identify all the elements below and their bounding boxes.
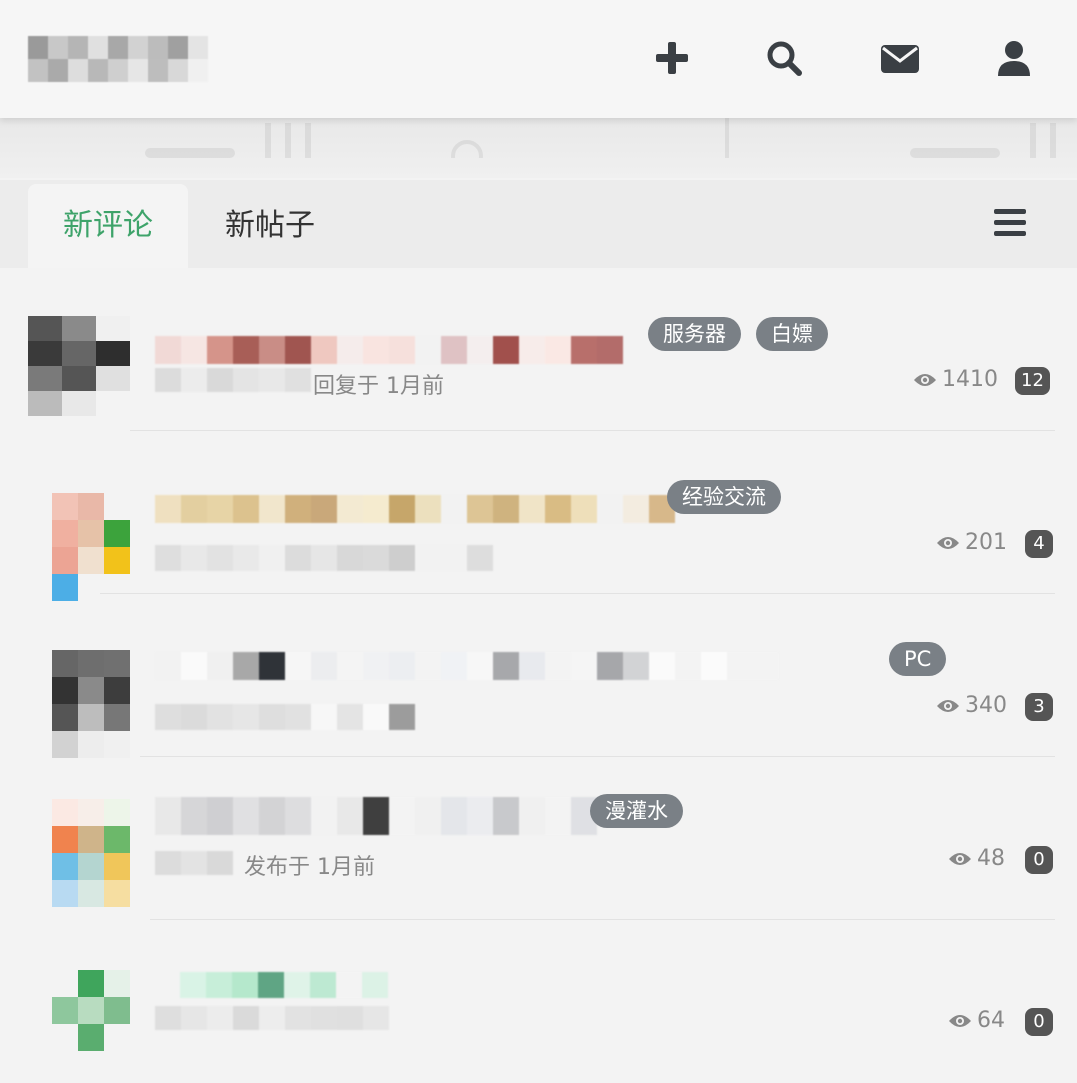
view-count-value: 48 — [977, 846, 1005, 871]
post-tag[interactable]: 漫灌水 — [590, 794, 683, 828]
eye-icon — [949, 852, 971, 865]
view-count-value: 1410 — [942, 367, 998, 392]
avatar[interactable] — [28, 316, 130, 416]
author-name-blurred[interactable] — [155, 545, 493, 571]
view-count: 48 — [948, 846, 1005, 871]
bars-icon[interactable] — [994, 208, 1026, 238]
top-navbar — [0, 0, 1077, 118]
eye-icon — [937, 536, 959, 549]
avatar[interactable] — [52, 799, 130, 907]
site-logo[interactable] — [28, 36, 208, 82]
list-item[interactable]: 64 0 — [0, 920, 1077, 1083]
post-meta: 回复于 1月前 — [313, 374, 444, 399]
view-count-value: 340 — [965, 693, 1007, 718]
eye-icon — [914, 373, 936, 386]
view-count: 64 — [948, 1008, 1005, 1033]
post-tag[interactable]: 白嫖 — [756, 317, 828, 351]
reply-count-badge: 12 — [1015, 367, 1050, 395]
user-icon[interactable] — [994, 38, 1034, 78]
list-item[interactable]: PC 340 3 — [0, 594, 1077, 758]
post-title-blurred[interactable] — [155, 495, 675, 523]
view-count: 1410 — [913, 367, 998, 392]
decorative-background — [145, 118, 1056, 158]
reply-count-badge: 4 — [1025, 530, 1053, 558]
avatar[interactable] — [52, 650, 130, 758]
author-name-blurred[interactable] — [155, 368, 311, 392]
post-tag[interactable]: 服务器 — [648, 317, 741, 351]
reply-count-badge: 0 — [1025, 846, 1053, 874]
tab-bar: 新评论 新帖子 — [0, 180, 1077, 268]
post-title-blurred[interactable] — [155, 797, 597, 835]
list-item[interactable]: 经验交流 201 4 — [0, 431, 1077, 601]
envelope-icon[interactable] — [880, 38, 920, 78]
post-list: 服务器 白嫖 回复于 1月前 1410 12 经验交流 201 4 PC 340… — [0, 268, 1077, 1083]
author-name-blurred[interactable] — [155, 1006, 389, 1030]
post-tag[interactable]: PC — [889, 642, 947, 676]
post-tag[interactable]: 经验交流 — [667, 480, 781, 514]
eye-icon — [949, 1014, 971, 1027]
tab-new-comments[interactable]: 新评论 — [28, 184, 188, 268]
view-count-value: 64 — [977, 1008, 1005, 1033]
reply-count-badge: 0 — [1025, 1008, 1053, 1036]
avatar[interactable] — [52, 493, 130, 601]
post-meta: 发布于 1月前 — [244, 855, 375, 880]
post-title-blurred[interactable] — [155, 336, 623, 364]
author-name-blurred[interactable] — [155, 851, 233, 875]
avatar[interactable] — [52, 970, 130, 1078]
view-count-value: 201 — [965, 530, 1007, 555]
list-item[interactable]: 服务器 白嫖 回复于 1月前 1410 12 — [0, 268, 1077, 431]
post-title-blurred[interactable] — [155, 652, 779, 680]
search-icon[interactable] — [764, 38, 804, 78]
eye-icon — [937, 699, 959, 712]
view-count: 340 — [936, 693, 1007, 718]
list-item[interactable]: 漫灌水 发布于 1月前 48 0 — [0, 757, 1077, 920]
plus-icon[interactable] — [652, 38, 692, 78]
author-name-blurred[interactable] — [155, 704, 415, 730]
tab-new-posts[interactable]: 新帖子 — [200, 184, 340, 268]
post-title-blurred[interactable] — [180, 972, 388, 998]
reply-count-badge: 3 — [1025, 693, 1053, 721]
view-count: 201 — [936, 530, 1007, 555]
